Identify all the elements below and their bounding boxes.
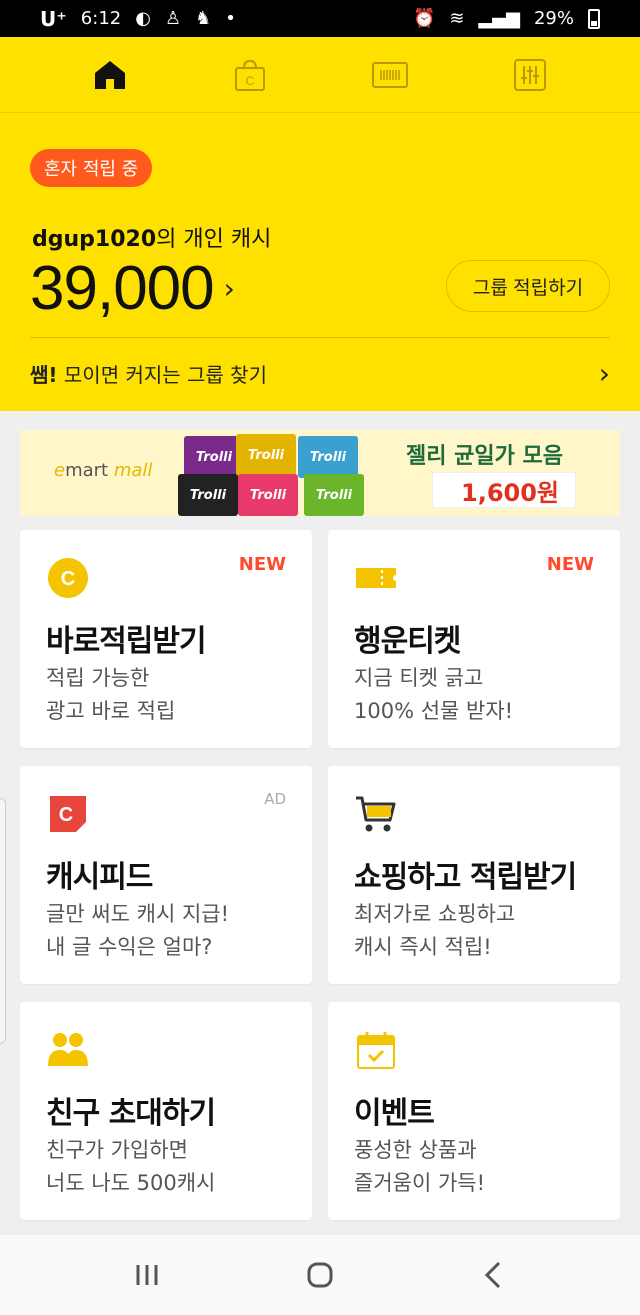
battery-icon [588, 8, 600, 29]
card-desc-line: 최저가로 쇼핑하고 [354, 902, 516, 926]
coin-icon: C [48, 558, 88, 598]
product-image: Trolli [304, 474, 364, 516]
wifi-icon: ≋ [449, 8, 465, 29]
svg-text:C: C [59, 804, 73, 826]
cash-owner-label: dgup1020의 개인 캐시 [32, 221, 271, 253]
card-desc-line: 캐시 즉시 적립! [354, 935, 492, 959]
ad-badge: AD [264, 790, 286, 808]
card-shopping-reward[interactable]: 쇼핑하고 적립받기 최저가로 쇼핑하고 캐시 즉시 적립! [328, 766, 620, 984]
product-image: Trolli [178, 474, 238, 516]
tab-shopping[interactable]: C [220, 45, 280, 105]
chevron-right-icon: › [223, 272, 235, 305]
notification-icon: ♞ [195, 8, 212, 29]
find-group-prefix: 쌤! [30, 362, 58, 387]
divider [30, 337, 610, 338]
card-desc-line: 친구가 가입하면 [46, 1138, 188, 1162]
card-title: 캐시피드 [46, 860, 153, 895]
logo-prefix: e [54, 460, 66, 481]
shopping-cart-icon [356, 796, 396, 832]
signal-icon: ▂▄▆ [478, 8, 520, 29]
card-title: 바로적립받기 [46, 624, 207, 659]
find-group-label: 쌤! 모이면 커지는 그룹 찾기 [30, 359, 267, 388]
product-image: Trolli [238, 474, 298, 516]
product-image: Trolli [184, 436, 244, 478]
product-image: Trolli [298, 436, 358, 478]
alarm-icon: ⏰ [412, 8, 436, 29]
card-description: 최저가로 쇼핑하고 캐시 즉시 적립! [354, 898, 515, 964]
card-desc-line: 즐거움이 가득! [354, 1171, 486, 1195]
cash-balance[interactable]: 39,000 › [30, 253, 235, 324]
battery-percent: 29% [533, 8, 574, 29]
card-description: 지금 티켓 긁고 100% 선물 받자! [354, 662, 513, 728]
top-tab-bar: C [0, 37, 640, 113]
edge-panel-handle[interactable] [0, 798, 6, 1044]
cash-amount: 39,000 [30, 254, 215, 323]
friends-icon [48, 1033, 88, 1066]
banner-price: 1,600원 [432, 472, 576, 508]
clock: 6:12 [80, 8, 122, 29]
card-title: 이벤트 [354, 1096, 435, 1131]
logo-mall: mall [113, 460, 153, 481]
calendar-check-icon [357, 1032, 395, 1069]
new-badge: NEW [238, 554, 286, 575]
card-title: 행운티켓 [354, 624, 461, 659]
tab-home[interactable] [80, 45, 140, 105]
ad-banner[interactable]: emart mall Trolli Trolli Trolli Trolli T… [20, 430, 620, 516]
cash-label: 의 개인 캐시 [156, 227, 272, 252]
recent-apps-button[interactable] [117, 1245, 177, 1305]
card-desc-line: 100% 선물 받자! [354, 699, 514, 723]
sliders-icon [514, 58, 546, 91]
group-save-button[interactable]: 그룹 적립하기 [446, 260, 610, 312]
tab-barcode[interactable] [360, 45, 420, 105]
find-group-text: 모이면 커지는 그룹 찾기 [63, 362, 267, 387]
emart-mall-logo: emart mall [54, 460, 152, 481]
ticket-icon [356, 568, 396, 588]
card-desc-line: 풍성한 상품과 [354, 1138, 477, 1162]
card-description: 글만 써도 캐시 지급! 내 글 수익은 얼마? [46, 898, 229, 964]
card-instant-reward[interactable]: C NEW 바로적립받기 적립 가능한 광고 바로 적립 [20, 530, 312, 748]
logo-rest: mart [65, 460, 114, 481]
carrier-label: U⁺ [40, 6, 67, 31]
back-button[interactable] [463, 1245, 523, 1305]
status-badge: 혼자 적립 중 [30, 149, 153, 187]
card-desc-line: 너도 나도 500캐시 [46, 1171, 216, 1195]
home-icon [95, 60, 125, 89]
card-invite-friend[interactable]: 친구 초대하기 친구가 가입하면 너도 나도 500캐시 [20, 1002, 312, 1220]
system-nav-bar [0, 1235, 640, 1315]
recents-icon [136, 1265, 158, 1285]
card-desc-line: 글만 써도 캐시 지급! [46, 902, 230, 926]
home-button[interactable] [290, 1245, 350, 1305]
tab-settings[interactable] [500, 45, 560, 105]
card-cash-feed[interactable]: C AD 캐시피드 글만 써도 캐시 지급! 내 글 수익은 얼마? [20, 766, 312, 984]
product-image: Trolli [236, 434, 296, 476]
notification-icon: ◐ [135, 8, 151, 29]
card-lucky-ticket[interactable]: NEW 행운티켓 지금 티켓 긁고 100% 선물 받자! [328, 530, 620, 748]
card-description: 풍성한 상품과 즐거움이 가득! [354, 1134, 485, 1200]
status-bar: U⁺ 6:12 ◐ ♙ ♞ • ⏰ ≋ ▂▄▆ 29% [0, 0, 640, 37]
banner-title: 젤리 균일가 모음 [406, 444, 563, 469]
barcode-icon [372, 61, 408, 88]
card-description: 적립 가능한 광고 바로 적립 [46, 662, 175, 728]
chevron-right-icon: › [598, 356, 610, 390]
svg-text:C: C [246, 74, 255, 88]
home-circle-icon [307, 1262, 333, 1288]
user-id: dgup1020 [32, 227, 157, 252]
card-desc-line: 내 글 수익은 얼마? [46, 935, 213, 959]
shopping-bag-icon: C [235, 59, 265, 91]
card-desc-line: 광고 바로 적립 [46, 699, 176, 723]
back-icon [485, 1261, 501, 1289]
new-badge: NEW [546, 554, 594, 575]
card-title: 쇼핑하고 적립받기 [354, 860, 577, 895]
card-title: 친구 초대하기 [46, 1096, 216, 1131]
card-event[interactable]: 이벤트 풍성한 상품과 즐거움이 가득! [328, 1002, 620, 1220]
card-description: 친구가 가입하면 너도 나도 500캐시 [46, 1134, 215, 1200]
svg-text:C: C [61, 568, 75, 590]
card-desc-line: 적립 가능한 [46, 666, 150, 690]
find-group-link[interactable]: 쌤! 모이면 커지는 그룹 찾기 › [30, 353, 610, 393]
cash-feed-icon: C [50, 796, 86, 832]
notification-dot-icon: • [225, 8, 236, 29]
card-desc-line: 지금 티켓 긁고 [354, 666, 484, 690]
header: C 혼자 적립 중 dgup1020의 개인 캐시 39,000 › 그룹 적립… [0, 37, 640, 411]
notification-icon: ♙ [164, 8, 182, 29]
